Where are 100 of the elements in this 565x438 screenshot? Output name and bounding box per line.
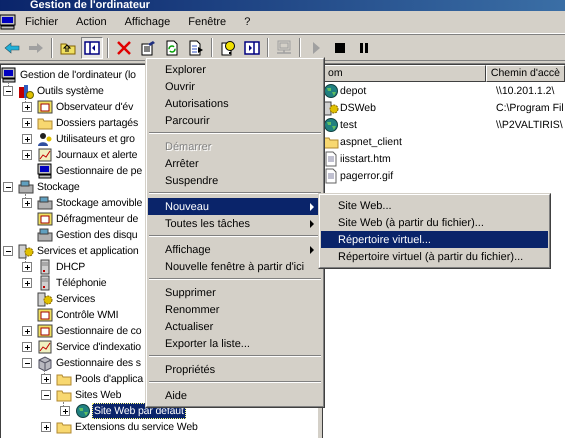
- table-cell-text: C:\Program Fil: [495, 102, 564, 114]
- globe-icon: [323, 116, 339, 132]
- expand-toggle[interactable]: [22, 278, 32, 288]
- tree-item[interactable]: Outils système: [35, 83, 106, 99]
- menu-item[interactable]: Propriétés: [148, 361, 322, 378]
- menu-item[interactable]: Toutes les tâches: [148, 215, 322, 232]
- tree-item[interactable]: Observateur d'év: [54, 99, 136, 115]
- tree-item[interactable]: Extensions du service Web: [73, 419, 200, 435]
- toolbox-icon: [18, 83, 34, 99]
- tree-item[interactable]: Dossiers partagés: [54, 115, 140, 131]
- help-icon: [220, 40, 236, 56]
- gear-icon: [37, 291, 53, 307]
- tree-item[interactable]: Stockage amovible: [54, 195, 144, 211]
- globe-icon: [323, 82, 339, 98]
- menu-item[interactable]: Explorer: [148, 61, 322, 78]
- menu-item[interactable]: Suspendre: [148, 172, 322, 189]
- menu-item[interactable]: Ouvrir: [148, 78, 322, 95]
- drive-icon: [37, 227, 53, 243]
- menu-item[interactable]: Exporter la liste...: [148, 335, 322, 352]
- collapse-toggle[interactable]: [3, 86, 13, 96]
- menu-item[interactable]: Répertoire virtuel (à partir du fichier)...: [321, 248, 548, 265]
- tree-item[interactable]: Contrôle WMI: [54, 307, 120, 323]
- tree-item[interactable]: Journaux et alerte: [54, 147, 140, 163]
- menu-item[interactable]: Affichage: [148, 241, 322, 258]
- list-item[interactable]: pagerror.gif: [340, 170, 394, 182]
- list-item[interactable]: aspnet_client: [340, 136, 402, 148]
- menu-item[interactable]: Actualiser: [148, 318, 322, 335]
- collapse-toggle[interactable]: [3, 246, 13, 256]
- drive-icon: [37, 195, 53, 211]
- tree-item[interactable]: Pools d'applica: [73, 371, 146, 387]
- panes-icon: [84, 40, 100, 56]
- collapse-toggle[interactable]: [22, 358, 32, 368]
- expand-toggle[interactable]: [41, 422, 51, 432]
- list-item[interactable]: iisstart.htm: [340, 152, 391, 164]
- drive-icon: [18, 179, 34, 195]
- menu-item[interactable]: Site Web (à partir du fichier)...: [321, 214, 548, 231]
- menu-item[interactable]: Arrêter: [148, 155, 322, 172]
- expand-toggle[interactable]: [22, 262, 32, 272]
- list-item[interactable]: depot: [340, 84, 366, 96]
- expand-toggle[interactable]: [22, 198, 32, 208]
- cross-icon: [116, 40, 132, 56]
- collapse-toggle[interactable]: [3, 182, 13, 192]
- table-cell-text: \\P2VALTIRIS\: [495, 118, 563, 130]
- menu-item[interactable]: Action: [67, 14, 116, 30]
- chart-icon: [37, 339, 53, 355]
- gear-icon: [18, 243, 34, 259]
- tree-item[interactable]: Utilisateurs et gro: [54, 131, 137, 147]
- left-arrow-icon: [4, 40, 20, 56]
- menu-item[interactable]: Répertoire virtuel...: [321, 231, 548, 248]
- tree-item[interactable]: Services et application: [35, 243, 141, 259]
- expand-toggle[interactable]: [22, 134, 32, 144]
- tree-item[interactable]: Gestionnaire de pe: [54, 163, 144, 179]
- column-header[interactable]: Chemin d'accè: [486, 65, 565, 82]
- box-icon: [37, 355, 53, 371]
- tree-item[interactable]: Stockage: [35, 179, 82, 195]
- list-item[interactable]: DSWeb: [340, 102, 376, 114]
- column-header[interactable]: om: [323, 65, 486, 82]
- refresh-icon: [164, 40, 180, 56]
- menu-item[interactable]: Fichier: [16, 14, 68, 30]
- tree-item[interactable]: Gestion de l'ordinateur (lo: [18, 67, 138, 83]
- expand-toggle[interactable]: [22, 102, 32, 112]
- expand-toggle[interactable]: [41, 374, 51, 384]
- computer-icon: [276, 40, 292, 56]
- menu-item[interactable]: Supprimer: [148, 284, 322, 301]
- tree-item[interactable]: Service d'indexatio: [54, 339, 143, 355]
- tree-item[interactable]: Téléphonie: [54, 275, 108, 291]
- window-title: Gestion de l'ordinateur: [29, 0, 150, 11]
- window-icon: [37, 323, 53, 339]
- tree-item[interactable]: DHCP: [54, 259, 88, 275]
- menu-item[interactable]: Renommer: [148, 301, 322, 318]
- expand-toggle[interactable]: [22, 326, 32, 336]
- menu-item[interactable]: Site Web...: [321, 197, 548, 214]
- users-icon: [37, 131, 53, 147]
- expand-toggle[interactable]: [22, 342, 32, 352]
- tree-item[interactable]: Gestionnaire des s: [54, 355, 143, 371]
- show-tree-button[interactable]: [81, 36, 103, 58]
- tree-item[interactable]: Gestionnaire de co: [54, 323, 144, 339]
- menu-item[interactable]: Autorisations: [148, 95, 322, 112]
- menu-item[interactable]: Parcourir: [148, 112, 322, 129]
- tree-item[interactable]: Défragmenteur de: [54, 211, 140, 227]
- collapse-toggle[interactable]: [41, 390, 51, 400]
- menu-item[interactable]: ?: [235, 14, 260, 30]
- expand-toggle[interactable]: [60, 406, 70, 416]
- expand-toggle[interactable]: [22, 150, 32, 160]
- computer-icon: [1, 67, 17, 83]
- menu-item[interactable]: Affichage: [116, 14, 180, 30]
- window-icon: [37, 99, 53, 115]
- tree-item[interactable]: Sites Web: [73, 387, 124, 403]
- list-item[interactable]: test: [340, 118, 357, 130]
- computer-icon: [37, 163, 53, 179]
- expand-toggle[interactable]: [22, 118, 32, 128]
- tree-item[interactable]: Services: [54, 291, 98, 307]
- tree-item[interactable]: Gestion des disqu: [54, 227, 140, 243]
- globe-icon: [75, 403, 91, 419]
- menu-item[interactable]: Nouvelle fenêtre à partir d'ici: [148, 258, 322, 275]
- menu-item[interactable]: Fenêtre: [179, 14, 236, 30]
- menu-item[interactable]: Aide: [148, 387, 322, 404]
- chart-icon: [37, 147, 53, 163]
- export-icon: [188, 40, 204, 56]
- app-icon: [0, 14, 16, 30]
